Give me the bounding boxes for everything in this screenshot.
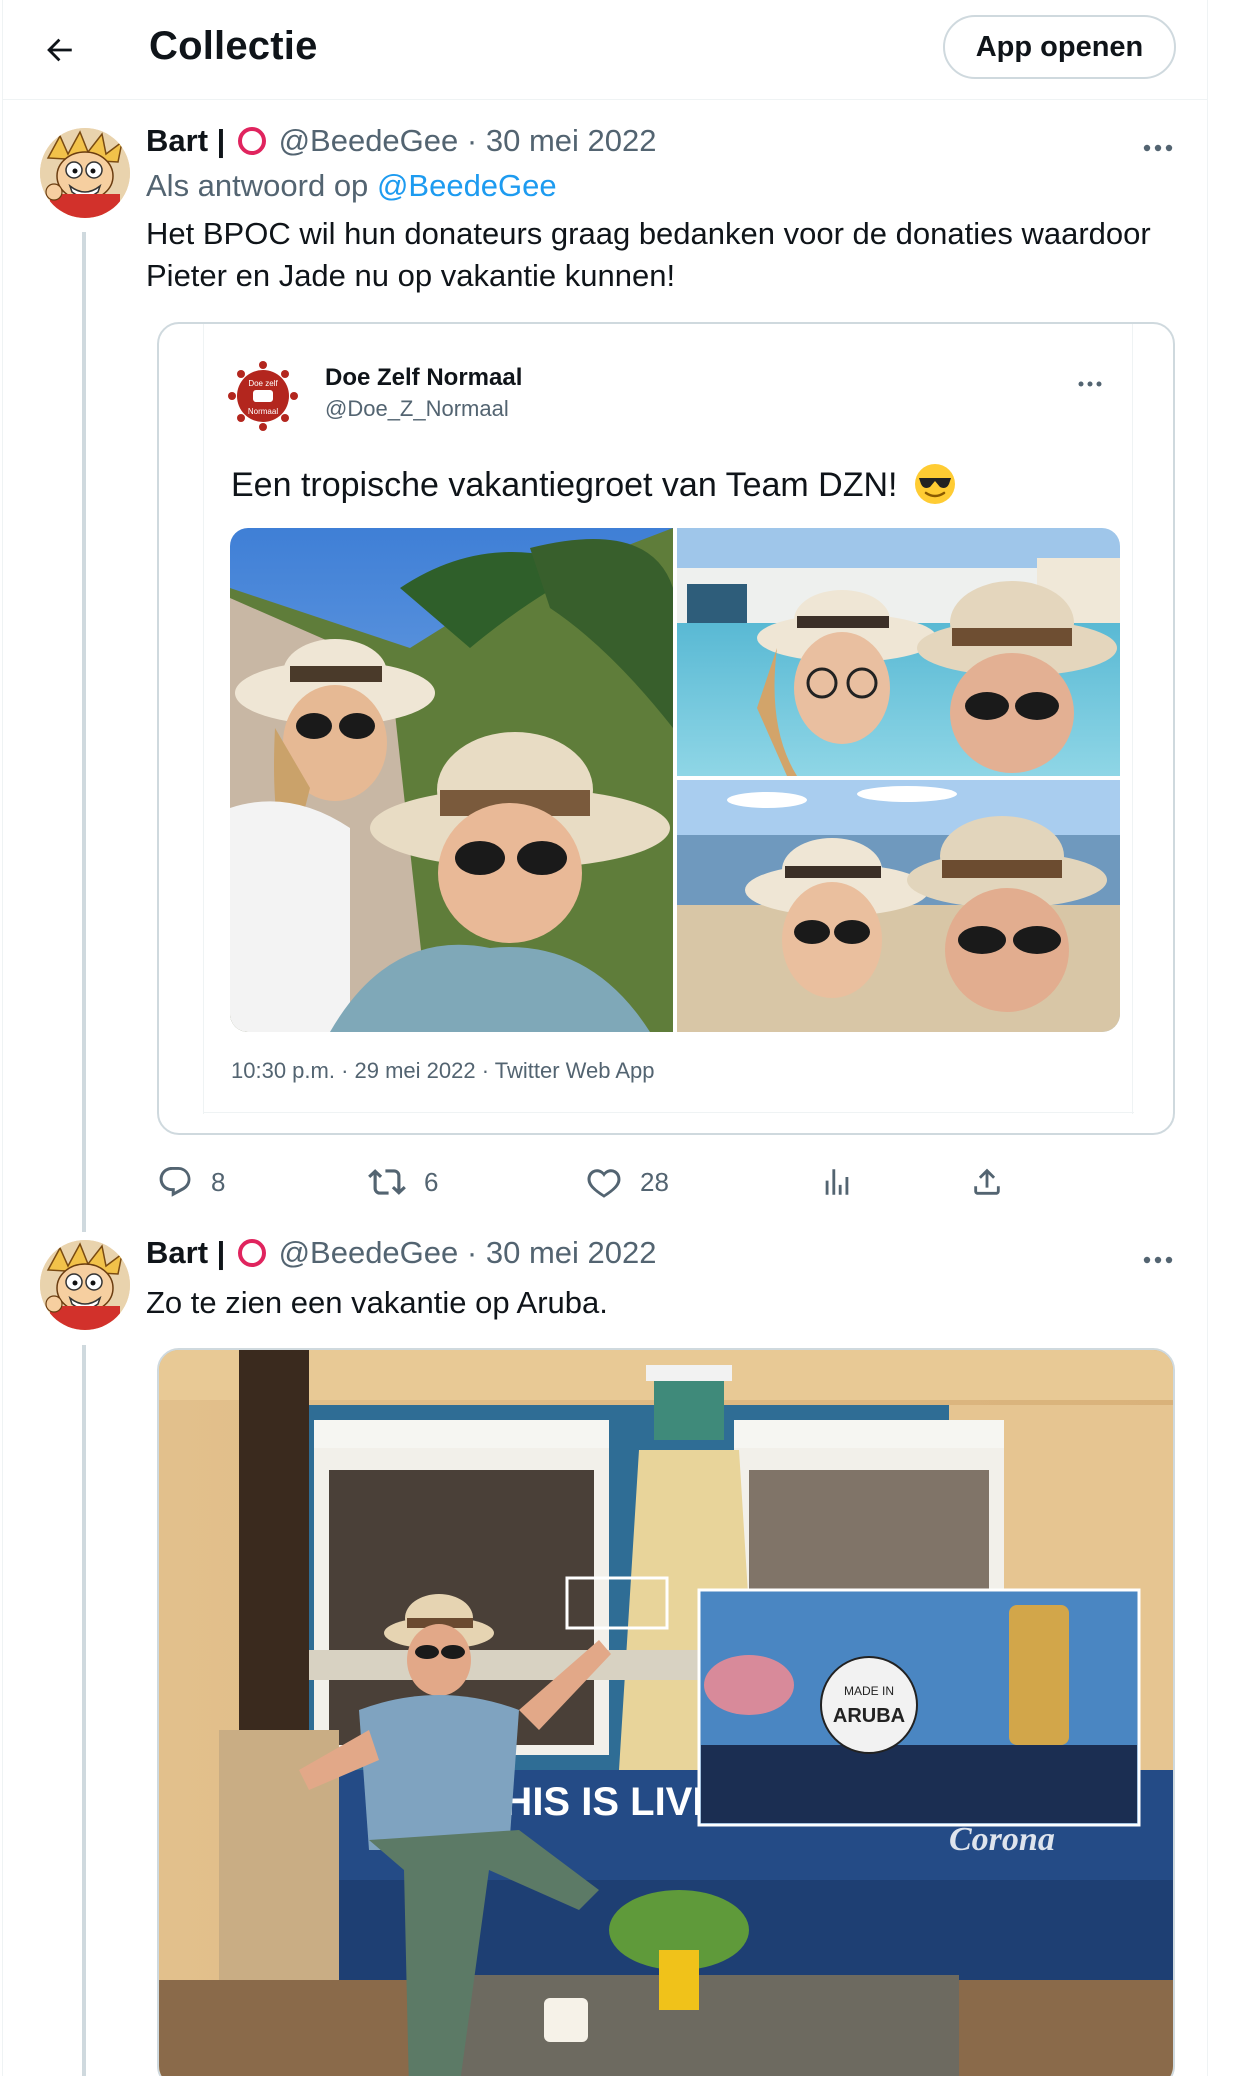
zoom-text: ARUBA xyxy=(833,1705,905,1727)
thread-connector xyxy=(82,232,86,1232)
smiling-face-with-sunglasses-icon xyxy=(914,464,955,504)
quote-meta[interactable]: 10:30 p.m. · 29 mei 2022 · Twitter Web A… xyxy=(231,1058,655,1084)
quoted-tweet-body: Doe zelf Normaal Doe Zelf Normaal @Doe_Z… xyxy=(203,324,1134,1114)
reply-context: Als antwoord op @BeedeGee xyxy=(146,168,557,204)
open-app-button[interactable]: App openen xyxy=(943,15,1176,79)
quote-text-body: Een tropische vakantiegroet van Team DZN… xyxy=(231,466,898,504)
separator-dot: · xyxy=(466,123,478,158)
zoom-text-top: MADE IN xyxy=(844,1684,894,1698)
tweet-photo[interactable]: THIS IS LIVING Corona MADE IN ARUBA xyxy=(157,1348,1175,2076)
separator-dot: · xyxy=(466,1235,478,1270)
reply-mention-link[interactable]: @BeedeGee xyxy=(377,168,557,203)
avatar[interactable] xyxy=(40,1240,130,1330)
more-dots-icon xyxy=(1078,381,1102,387)
avatar-cartoon-icon xyxy=(40,1240,130,1330)
quote-author-handle[interactable]: @Doe_Z_Normaal xyxy=(325,396,509,422)
more-options-button[interactable] xyxy=(1138,1240,1178,1280)
tweet-text: Zo te zien een vakantie op Aruba. xyxy=(146,1285,608,1320)
avatar-cartoon-icon xyxy=(40,128,130,218)
logo-text-bottom: Normaal xyxy=(248,407,278,416)
page-title: Collectie xyxy=(149,24,318,68)
retweet-icon xyxy=(368,1169,406,1195)
top-bar: Collectie App openen xyxy=(3,0,1207,100)
photo-selfie-palms xyxy=(230,528,673,1032)
like-count: 28 xyxy=(640,1166,669,1197)
reply-prefix: Als antwoord op xyxy=(146,168,369,203)
author-handle[interactable]: @BeedeGee xyxy=(279,123,459,158)
analytics-bars-icon xyxy=(825,1169,849,1195)
author-handle[interactable]: @BeedeGee xyxy=(279,1235,459,1270)
back-button[interactable] xyxy=(31,22,87,78)
retweet-button[interactable]: 6 xyxy=(368,1160,438,1204)
share-button[interactable] xyxy=(970,1160,1004,1204)
quoted-tweet[interactable]: Doe zelf Normaal Doe Zelf Normaal @Doe_Z… xyxy=(157,322,1175,1135)
photo-beach-selfie xyxy=(677,780,1120,1032)
more-dots-icon xyxy=(1143,144,1173,152)
more-dots-icon xyxy=(1143,1256,1173,1264)
red-circle-icon xyxy=(237,1239,266,1267)
page: Collectie App openen Bart | @BeedeGee · … xyxy=(0,0,1254,2076)
vacation-photos xyxy=(230,528,1120,1032)
quote-more-button[interactable] xyxy=(1070,364,1110,404)
logo-text-top: Doe zelf xyxy=(248,379,278,388)
doe-zelf-normaal-logo-icon: Doe zelf Normaal xyxy=(228,361,298,431)
column-border xyxy=(2,0,3,2076)
tweet-header: Bart | @BeedeGee · 30 mei 2022 xyxy=(146,1235,656,1271)
more-options-button[interactable] xyxy=(1138,128,1178,168)
reply-button[interactable]: 8 xyxy=(157,1160,225,1204)
corona-brand-text: Corona xyxy=(949,1821,1055,1858)
quote-author-name[interactable]: Doe Zelf Normaal xyxy=(325,364,522,392)
aruba-bar-photo: THIS IS LIVING Corona MADE IN ARUBA xyxy=(159,1350,1173,2076)
reply-count: 8 xyxy=(211,1166,226,1197)
tweet-text: Het BPOC wil hun donateurs graag bedanke… xyxy=(146,216,1151,293)
tweet-date[interactable]: 30 mei 2022 xyxy=(486,1235,657,1270)
tweet-header: Bart | @BeedeGee · 30 mei 2022 xyxy=(146,123,656,159)
retweet-count: 6 xyxy=(424,1166,439,1197)
red-circle-icon xyxy=(237,127,266,155)
like-button[interactable]: 28 xyxy=(586,1160,669,1204)
heart-icon xyxy=(587,1169,621,1198)
thread-connector xyxy=(82,1345,86,2076)
photo-pool-selfie xyxy=(677,528,1120,776)
avatar[interactable] xyxy=(40,128,130,218)
divider xyxy=(204,1112,1134,1113)
share-upload-icon xyxy=(974,1168,1000,1195)
tweet-date[interactable]: 30 mei 2022 xyxy=(486,123,657,158)
quote-text: Een tropische vakantiegroet van Team DZN… xyxy=(231,462,957,506)
quote-photo-grid[interactable] xyxy=(230,528,1120,1032)
author-name[interactable]: Bart | xyxy=(146,123,225,158)
quote-avatar[interactable]: Doe zelf Normaal xyxy=(227,360,299,432)
back-arrow-icon xyxy=(47,38,72,62)
side-margin xyxy=(1208,0,1254,2076)
author-name[interactable]: Bart | xyxy=(146,1235,225,1270)
views-button[interactable] xyxy=(820,1160,854,1204)
reply-bubble-icon xyxy=(159,1167,191,1197)
